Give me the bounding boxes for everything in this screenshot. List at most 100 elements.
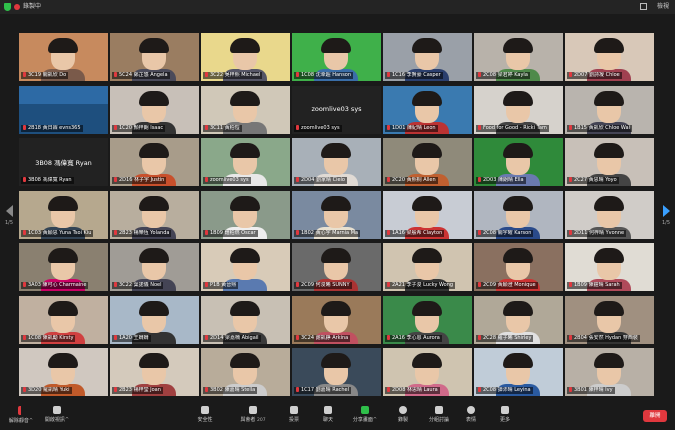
participant-name: 2B18 黃日霖 evns365 <box>28 124 81 131</box>
muted-mic-icon <box>569 334 572 340</box>
participant-name-label: 2B18 黃日霖 evns365 <box>21 124 83 132</box>
participant-video-tile[interactable]: 1C03 黃穎思 Yuna Tsoi Kiu <box>19 190 108 239</box>
participant-video-tile[interactable]: 2C28 羅子晞 Shirley <box>474 295 563 344</box>
polls-label: 投票 <box>288 417 299 423</box>
chat-button[interactable]: 聊天 <box>309 406 347 423</box>
participant-video-tile[interactable]: 3B02 陳嘉晴 Stella <box>201 348 290 396</box>
participant-video-tile[interactable]: 1B09 陳鎧晴 Sarah <box>565 243 654 291</box>
participant-video-tile[interactable]: 1B15 黃凱欣 Chloe Wai <box>565 85 654 134</box>
participant-video-tile[interactable]: 2A16 李心恩 Aurora <box>383 295 472 344</box>
participant-video-tile[interactable]: 3C19 關凱欣 Do <box>19 33 108 81</box>
participant-name: 1B02 黃心宇 Marnia Ma <box>301 229 359 236</box>
participant-name-label: 1B09 陳鎧晴 Sarah <box>567 282 622 289</box>
participant-video-tile[interactable]: 2B04 張安然 Hydan 穿西裝 <box>565 295 654 344</box>
participant-video-tile[interactable]: 2D16 林子宇 Justin <box>110 138 199 186</box>
participant-video-tile[interactable]: 5C24 鄭芷悠 Angela <box>110 33 199 81</box>
muted-mic-icon <box>205 72 208 77</box>
participant-video-tile[interactable]: 1C17 劉嘉晴 Rachel <box>292 348 381 396</box>
participant-video-tile[interactable]: 1A20 王姍姍 <box>110 295 199 344</box>
participant-video-tile[interactable]: 2B18 黃日霖 evns365 <box>19 85 108 134</box>
participant-hair <box>230 248 260 263</box>
participant-video-tile[interactable]: zoomlive03 sys zoomlive03 sys <box>292 85 381 134</box>
participant-name-label: 2C09 何浚晞 SUNNY <box>294 282 352 289</box>
participant-video-tile[interactable]: 2D07 劉詩凝 Chloe <box>565 33 654 81</box>
participant-hair <box>230 90 260 106</box>
participant-name: 2D04 劉家晴 Cielo <box>301 177 345 183</box>
participant-hair <box>594 90 624 106</box>
next-page-button[interactable]: 1/5 <box>661 205 671 226</box>
muted-mic-icon <box>23 177 26 182</box>
participant-video-tile[interactable]: 1C08 沈幸超 Hanson <box>292 33 381 81</box>
participant-video-tile[interactable]: 2C08 譚沛晴 Leyina <box>474 348 563 396</box>
participant-video-tile[interactable]: 3C22 葉諾儀 Noel <box>110 243 199 291</box>
participant-video-tile[interactable]: 1B09 鍾柏燃 Oscar <box>201 190 290 239</box>
participant-name: 1A16 梁殷希 Clayton <box>392 229 443 236</box>
share-screen-label: 分享畫面 <box>352 417 373 423</box>
participant-video-tile[interactable]: 1C20 顏梓朗 Isaac <box>110 85 199 134</box>
participant-name-label: 2C20 黃熙桐 Allen <box>385 177 438 184</box>
participant-video-tile[interactable]: 3D20 羅凱晴 Yuki <box>19 348 108 396</box>
participant-video-tile[interactable]: 3B01 陳梓晴 Ivy <box>565 348 654 396</box>
participant-video-tile[interactable]: 2C08 關宇曜 Karson <box>474 190 563 239</box>
participant-video-tile[interactable]: 3A03 陳可心 Charmaine <box>19 243 108 291</box>
participant-video-tile[interactable]: 1D01 陳紀晴 Leon <box>383 85 472 134</box>
security-button[interactable]: 安全性 <box>186 406 224 423</box>
participant-video-tile[interactable]: 2B23 楊梓瑩 Joan <box>110 348 199 396</box>
participant-video-tile[interactable]: 3B08 馮偉寬 Ryan 3B08 馮偉寬 Ryan <box>19 138 108 186</box>
reactions-button[interactable]: 表情 <box>452 406 490 423</box>
participant-name: 2D08 林思晴 Laura <box>392 387 438 393</box>
previous-page-button[interactable]: 1/5 <box>4 205 14 226</box>
participant-video-tile[interactable]: 3C22 吳梓熙 Michael <box>201 33 290 81</box>
participant-name: 2D07 劉詩凝 Chloe <box>574 72 620 78</box>
participant-video-tile[interactable]: 2C27 黃思晴 Yoyo <box>565 138 654 186</box>
participant-video-tile[interactable]: 3C11 黃柏愷 <box>201 85 290 134</box>
participant-hair <box>412 300 442 316</box>
participant-video-tile[interactable]: 2C09 黃穎澄 Monique <box>474 243 563 291</box>
participant-video-tile[interactable]: Food for Good - Ricki Tam <box>474 85 563 134</box>
participant-video-tile[interactable]: 2D04 劉家晴 Cielo <box>292 138 381 186</box>
participant-name: Food for Good - Ricki Tam <box>483 124 547 131</box>
participants-count: 207 <box>257 418 266 423</box>
chevron-left-icon <box>5 205 13 217</box>
participant-name: 2B23 楊梓瑩 Joan <box>119 387 161 393</box>
recording-label: 錄製中 <box>23 3 42 10</box>
participant-video-tile[interactable]: 2C08 梁君婷 Kayla <box>474 33 563 81</box>
participant-video-tile[interactable]: 1B02 黃心宇 Marnia Ma <box>292 190 381 239</box>
participant-name: 1C03 黃穎思 Yuna Tsoi Kiu <box>28 229 92 236</box>
participant-name: 3B08 馮偉寬 Ryan <box>28 177 72 183</box>
participant-name-label: 2C08 譚沛晴 Leyina <box>476 387 533 394</box>
more-dots-icon <box>501 406 509 414</box>
participant-hair <box>139 38 169 53</box>
gallery-view-icon[interactable] <box>640 3 647 10</box>
unmute-button[interactable]: 解除靜音^ <box>2 406 40 424</box>
start-video-button[interactable]: 開啟視訊^ <box>38 406 76 423</box>
participant-video-tile[interactable]: 1A16 梁殷希 Clayton <box>383 190 472 239</box>
participant-video-tile[interactable]: zoomlive03 sys <box>201 138 290 186</box>
participant-name: 2C27 黃思晴 Yoyo <box>574 177 617 183</box>
security-shield-icon[interactable] <box>4 3 11 11</box>
record-button[interactable]: 錄製 <box>384 406 422 423</box>
participant-video-tile[interactable]: 1C08 陳凱勵 Kirsty <box>19 295 108 344</box>
more-button[interactable]: 更多 <box>486 406 524 423</box>
polls-button[interactable]: 投票 <box>275 406 313 423</box>
participant-video-tile[interactable]: 1C16 李賢豪 Casper <box>383 33 472 81</box>
participant-video-tile[interactable]: 2B23 楊樂恆 Yolanda <box>110 190 199 239</box>
participant-video-tile[interactable]: 3C24 謝凱錚 Arkina <box>292 295 381 344</box>
share-screen-button[interactable]: 分享畫面^ <box>346 406 384 423</box>
participant-hair <box>230 353 260 368</box>
participant-video-tile[interactable]: 2C20 黃熙桐 Allen <box>383 138 472 186</box>
participant-video-tile[interactable]: 2D14 梁嘉楠 Abigail <box>201 295 290 344</box>
participant-video-tile[interactable]: 2D03 陳朗晴 Ella <box>474 138 563 186</box>
participant-video-tile[interactable]: 2D08 林思晴 Laura <box>383 348 472 396</box>
participant-name-label: 1A16 梁殷希 Clayton <box>385 229 445 237</box>
participants-button[interactable]: 與會者 207 <box>230 406 276 423</box>
camera-off-icon <box>53 406 61 414</box>
muted-mic-icon <box>569 229 572 235</box>
participant-video-tile[interactable]: P1B 黃晉熙 <box>201 243 290 291</box>
leave-meeting-button[interactable]: 離開 <box>643 410 667 422</box>
participant-video-tile[interactable]: 2D11 何梓晴 Yvonne <box>565 190 654 239</box>
participant-video-tile[interactable]: 2A21 李子浚 Lucky Wong <box>383 243 472 291</box>
participant-video-tile[interactable]: 2C09 何浚晞 SUNNY <box>292 243 381 291</box>
participant-name: 2D14 梁嘉楠 Abigail <box>210 334 259 341</box>
view-button[interactable]: 檢視 <box>657 3 669 11</box>
